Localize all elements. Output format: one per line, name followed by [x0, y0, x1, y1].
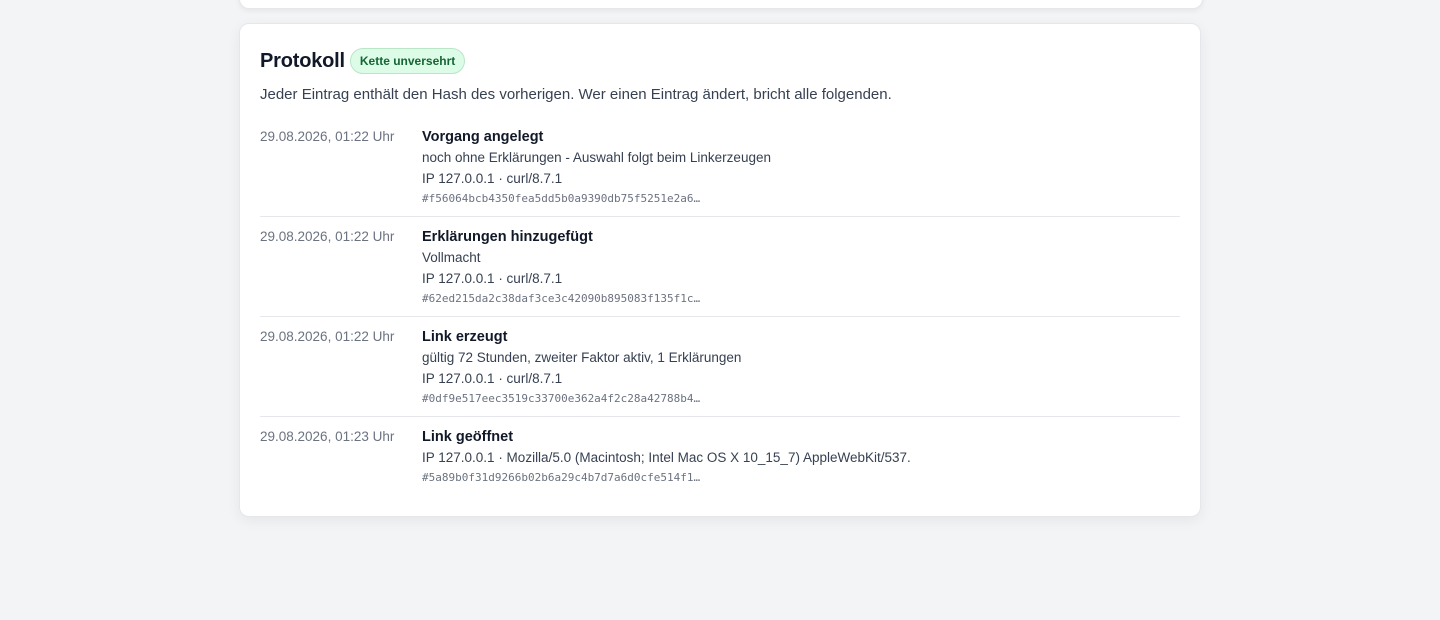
- list-item: 29.08.2026, 01:22 Uhr Link erzeugt gülti…: [260, 317, 1180, 417]
- entry-time: 29.08.2026, 01:23 Uhr: [260, 429, 395, 444]
- entry-action: Erklärungen hinzugefügt: [422, 229, 593, 245]
- entry-detail: gültig 72 Stunden, zweiter Faktor aktiv,…: [422, 350, 742, 365]
- previous-card: [239, 0, 1203, 9]
- entry-detail: Vollmacht: [422, 250, 481, 265]
- protocol-entries: 29.08.2026, 01:22 Uhr Vorgang angelegt n…: [260, 117, 1180, 487]
- list-item: 29.08.2026, 01:22 Uhr Erklärungen hinzug…: [260, 217, 1180, 317]
- page-title: Protokoll: [260, 49, 345, 72]
- list-item: 29.08.2026, 01:23 Uhr Link geöffnet IP 1…: [260, 417, 1180, 487]
- status-badge: Kette unversehrt: [349, 48, 466, 74]
- protocol-card: Protokoll Kette unversehrt Jeder Eintrag…: [239, 23, 1201, 517]
- entry-meta: IP 127.0.0.1 · Mozilla/5.0 (Macintosh; I…: [422, 450, 911, 465]
- entry-content: Erklärungen hinzugefügt Vollmacht IP 127…: [422, 227, 1180, 316]
- list-item: 29.08.2026, 01:22 Uhr Vorgang angelegt n…: [260, 117, 1180, 217]
- protocol-description: Jeder Eintrag enthält den Hash des vorhe…: [260, 86, 892, 103]
- entry-time: 29.08.2026, 01:22 Uhr: [260, 329, 395, 344]
- entry-detail: noch ohne Erklärungen - Auswahl folgt be…: [422, 150, 771, 165]
- entry-hash: #0df9e517eec3519c33700e362a4f2c28a42788b…: [422, 392, 701, 405]
- entry-meta: IP 127.0.0.1 · curl/8.7.1: [422, 371, 563, 386]
- entry-action: Vorgang angelegt: [422, 129, 544, 145]
- entry-content: Vorgang angelegt noch ohne Erklärungen -…: [422, 127, 1180, 216]
- entry-hash: #f56064bcb4350fea5dd5b0a9390db75f5251e2a…: [422, 192, 701, 205]
- entry-meta: IP 127.0.0.1 · curl/8.7.1: [422, 171, 563, 186]
- entry-hash: #62ed215da2c38daf3ce3c42090b895083f135f1…: [422, 292, 701, 305]
- entry-time: 29.08.2026, 01:22 Uhr: [260, 129, 395, 144]
- entry-content: Link erzeugt gültig 72 Stunden, zweiter …: [422, 327, 1180, 416]
- entry-content: Link geöffnet IP 127.0.0.1 · Mozilla/5.0…: [422, 427, 1180, 487]
- entry-hash: #5a89b0f31d9266b02b6a29c4b7d7a6d0cfe514f…: [422, 471, 701, 484]
- entry-meta: IP 127.0.0.1 · curl/8.7.1: [422, 271, 563, 286]
- entry-action: Link erzeugt: [422, 329, 508, 345]
- entry-action: Link geöffnet: [422, 429, 514, 445]
- entry-time: 29.08.2026, 01:22 Uhr: [260, 229, 395, 244]
- protocol-header: Protokoll Kette unversehrt: [260, 47, 1180, 75]
